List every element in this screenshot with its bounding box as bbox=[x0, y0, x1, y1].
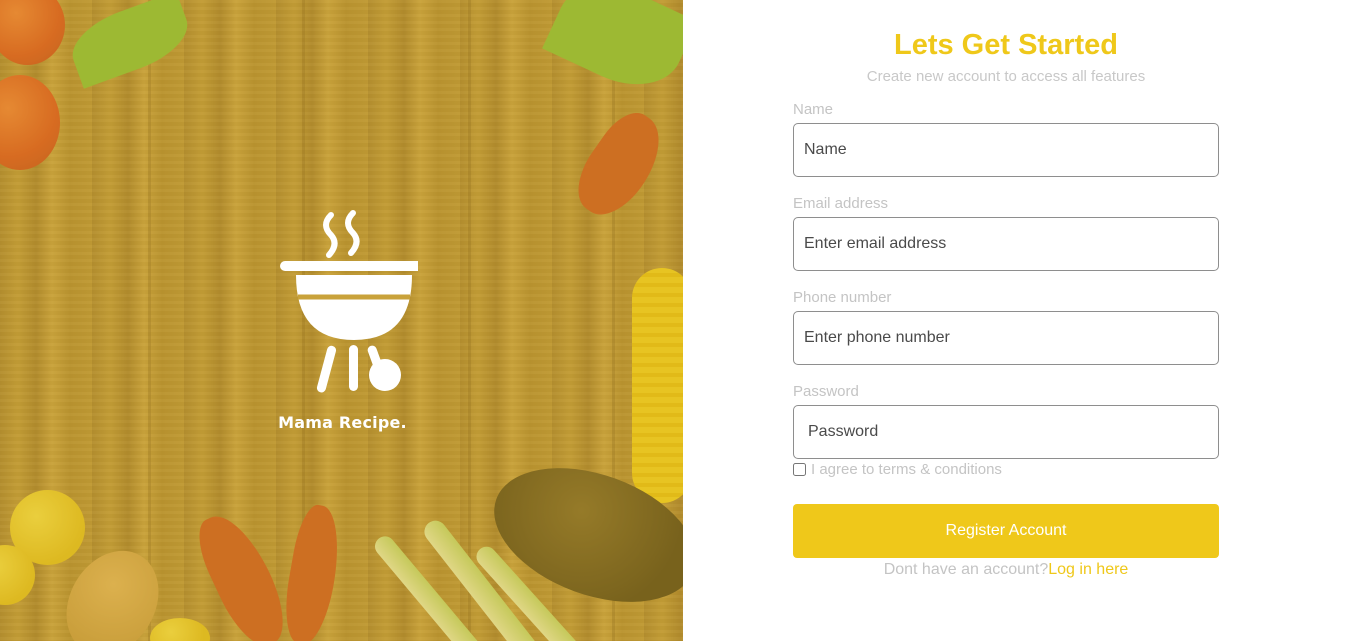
phone-field[interactable] bbox=[793, 311, 1219, 365]
email-field[interactable] bbox=[793, 217, 1219, 271]
email-label: Email address bbox=[793, 195, 889, 212]
page-subtitle: Create new account to access all feature… bbox=[866, 68, 1146, 85]
page-title: Lets Get Started bbox=[894, 29, 1118, 61]
terms-label: I agree to terms & conditions bbox=[811, 461, 1002, 478]
login-prompt-text: Dont have an account? bbox=[883, 561, 1049, 578]
password-label: Password bbox=[793, 383, 859, 400]
brand-logo: Mama Recipe. bbox=[255, 205, 430, 432]
hero-panel: Mama Recipe. bbox=[0, 0, 683, 641]
terms-checkbox[interactable] bbox=[793, 463, 806, 476]
terms-row: I agree to terms & conditions bbox=[793, 461, 1002, 478]
login-link[interactable]: Log in here bbox=[1048, 561, 1128, 578]
name-field[interactable] bbox=[793, 123, 1219, 177]
name-label: Name bbox=[793, 101, 834, 118]
password-field[interactable] bbox=[793, 405, 1219, 459]
register-form-panel: Lets Get Started Create new account to a… bbox=[683, 0, 1366, 641]
phone-label: Phone number bbox=[793, 289, 892, 306]
login-prompt-row: Dont have an account?Log in here bbox=[793, 561, 1219, 579]
brand-name: Mama Recipe. bbox=[278, 413, 407, 432]
grill-icon bbox=[279, 210, 418, 393]
register-button[interactable]: Register Account bbox=[793, 504, 1219, 558]
